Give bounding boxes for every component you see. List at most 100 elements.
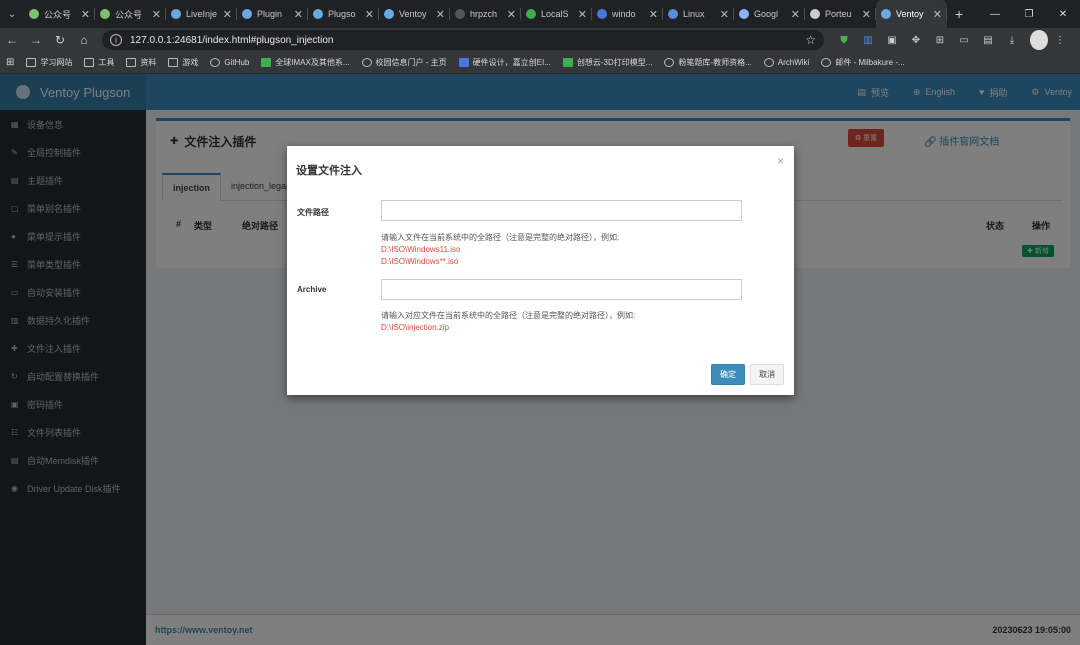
- tab-favicon-icon: [668, 9, 678, 19]
- bookmark-label: 学习网站: [40, 58, 73, 67]
- tab-close-icon[interactable]: ✕: [578, 8, 587, 21]
- confirm-button[interactable]: 确定: [711, 364, 745, 385]
- close-window-icon[interactable]: ✕: [1046, 0, 1080, 28]
- tab-close-icon[interactable]: ✕: [791, 8, 800, 21]
- shield-extension-icon[interactable]: ⛊: [832, 30, 856, 50]
- address-bar: ← → ↻ ⌂ i 127.0.0.1:24681/index.html#plu…: [0, 28, 1080, 52]
- tab-title: windo: [612, 9, 636, 19]
- file-path-example-1: D:\ISO\Windows11.iso: [381, 245, 461, 254]
- browser-tab[interactable]: Plugso ✕: [308, 0, 379, 28]
- bookmark-item[interactable]: 校园信息门户 - 主页: [361, 57, 447, 68]
- bookmark-item[interactable]: 硬件设计，嘉立创EI...: [458, 57, 551, 68]
- tab-close-icon[interactable]: ✕: [365, 8, 374, 21]
- bookmark-item[interactable]: GitHub: [210, 57, 249, 68]
- browser-tabbar: ⌄ 公众号 ✕ 公众号 ✕ LiveInje ✕ Plugin ✕ Plugso ✕ Ventoy ✕…: [0, 0, 1080, 28]
- tab-group-icon[interactable]: ▤: [976, 30, 1000, 50]
- tab-title: LiveInje: [186, 9, 218, 19]
- extension-icon[interactable]: ▣: [880, 30, 904, 50]
- bookmark-item[interactable]: ArchWiki: [763, 57, 809, 68]
- browser-tab[interactable]: Porteu ✕: [805, 0, 876, 28]
- browser-tab[interactable]: Linux ✕: [663, 0, 734, 28]
- browser-tab[interactable]: Ventoy ✕: [379, 0, 450, 28]
- tab-title: Linux: [683, 9, 705, 19]
- bookmark-label: 邮件 - Milbakure -...: [835, 58, 905, 67]
- tab-favicon-icon: [242, 9, 252, 19]
- bookmark-label: 创想云-3D打印模型...: [576, 58, 653, 67]
- apps-icon[interactable]: ⊞: [6, 57, 14, 68]
- tab-close-icon[interactable]: ✕: [81, 8, 90, 21]
- url-omnibox[interactable]: i 127.0.0.1:24681/index.html#plugson_inj…: [102, 30, 824, 50]
- tab-close-icon[interactable]: ✕: [436, 8, 445, 21]
- tab-close-icon[interactable]: ✕: [294, 8, 303, 21]
- bookmark-item[interactable]: 工具: [84, 57, 114, 68]
- new-tab-button[interactable]: +: [955, 6, 963, 22]
- folder-icon: [26, 58, 37, 67]
- tab-close-icon[interactable]: ✕: [152, 8, 161, 21]
- tab-close-icon[interactable]: ✕: [933, 8, 942, 21]
- tab-favicon-icon: [739, 9, 749, 19]
- bookmarks-bar: ⊞ 学习网站 工具 资料 游戏 GitHub 全球IMAX及其他系... 校园信息门户 - …: [0, 52, 1080, 74]
- bookmark-label: 校园信息门户 - 主页: [375, 58, 447, 67]
- bookmark-label: GitHub: [224, 58, 250, 67]
- cast-icon[interactable]: ▭: [952, 30, 976, 50]
- tab-close-icon[interactable]: ✕: [720, 8, 729, 21]
- browser-tab[interactable]: LocalS ✕: [521, 0, 592, 28]
- file-path-help-text: 请输入文件在当前系统中的全路径（注意是完整的绝对路径），例如:: [381, 233, 620, 242]
- tab-title: 公众号: [115, 9, 143, 20]
- bookmark-item[interactable]: 创想云-3D打印模型...: [562, 57, 653, 68]
- bookmark-item[interactable]: 粉笔题库-教师资格...: [664, 57, 752, 68]
- extension-icons: ⛊ ▥ ▣ ✥ ⊞ ▭ ▤ ⤓ ⋮: [832, 30, 1072, 50]
- puzzle-icon[interactable]: ✥: [904, 30, 928, 50]
- browser-tab[interactable]: windo ✕: [592, 0, 663, 28]
- site-favicon-icon: [562, 58, 573, 67]
- tab-search-chevron-icon[interactable]: ⌄: [0, 0, 24, 28]
- tab-close-icon[interactable]: ✕: [223, 8, 232, 21]
- bookmark-star-icon[interactable]: ☆: [805, 33, 816, 47]
- tab-close-icon[interactable]: ✕: [649, 8, 658, 21]
- download-icon[interactable]: ⤓: [1000, 30, 1024, 50]
- url-text[interactable]: 127.0.0.1:24681/index.html#plugson_injec…: [130, 35, 805, 46]
- menu-kebab-icon[interactable]: ⋮: [1048, 30, 1072, 50]
- bookmark-item[interactable]: 邮件 - Milbakure -...: [821, 57, 905, 68]
- bookmark-item[interactable]: 学习网站: [26, 57, 72, 68]
- profile-avatar[interactable]: [1024, 30, 1048, 50]
- forward-icon[interactable]: →: [24, 33, 48, 47]
- tab-title: LocalS: [541, 9, 569, 19]
- tab-favicon-icon: [100, 9, 110, 19]
- close-icon[interactable]: ×: [777, 154, 784, 168]
- bookmark-label: 硬件设计，嘉立创EI...: [472, 58, 551, 67]
- tab-title: Ventoy: [399, 9, 427, 19]
- minimize-icon[interactable]: —: [978, 0, 1012, 28]
- tab-close-icon[interactable]: ✕: [507, 8, 516, 21]
- browser-tab[interactable]: 公众号 ✕: [95, 0, 166, 28]
- browser-tab[interactable]: 公众号 ✕: [24, 0, 95, 28]
- browser-tab[interactable]: LiveInje ✕: [166, 0, 237, 28]
- cancel-button[interactable]: 取消: [750, 364, 784, 385]
- reload-icon[interactable]: ↻: [48, 33, 72, 47]
- home-icon[interactable]: ⌂: [72, 33, 96, 47]
- bookmark-item[interactable]: 资料: [126, 57, 156, 68]
- browser-tab[interactable]: Plugin ✕: [237, 0, 308, 28]
- file-path-help: 请输入文件在当前系统中的全路径（注意是完整的绝对路径），例如: D:\ISO\W…: [381, 232, 619, 268]
- tab-favicon-icon: [384, 9, 394, 19]
- archive-help: 请输入对应文件在当前系统中的全路径（注意是完整的绝对路径），例如: D:\ISO…: [381, 310, 635, 334]
- bookmark-item[interactable]: 全球IMAX及其他系...: [261, 57, 350, 68]
- archive-input[interactable]: [381, 279, 742, 300]
- site-info-icon[interactable]: i: [110, 34, 122, 46]
- archive-help-text: 请输入对应文件在当前系统中的全路径（注意是完整的绝对路径），例如:: [381, 311, 636, 320]
- file-path-input[interactable]: [381, 200, 742, 221]
- browser-tab[interactable]: hrpzch ✕: [450, 0, 521, 28]
- tab-close-icon[interactable]: ✕: [862, 8, 871, 21]
- bookmark-item[interactable]: 游戏: [168, 57, 198, 68]
- tab-favicon-icon: [526, 9, 536, 19]
- back-icon[interactable]: ←: [0, 33, 24, 47]
- modal-title: 设置文件注入: [296, 165, 362, 177]
- site-favicon-icon: [664, 58, 675, 67]
- maximize-icon[interactable]: ❐: [1012, 0, 1046, 28]
- browser-tab[interactable]: Googl ✕: [734, 0, 805, 28]
- sidebar-extension-icon[interactable]: ▥: [856, 30, 880, 50]
- apps-grid-icon[interactable]: ⊞: [928, 30, 952, 50]
- file-path-example-2: D:\ISO\Windows**.iso: [381, 257, 459, 266]
- tab-favicon-icon: [597, 9, 607, 19]
- browser-tab[interactable]: Ventoy ✕: [876, 0, 947, 28]
